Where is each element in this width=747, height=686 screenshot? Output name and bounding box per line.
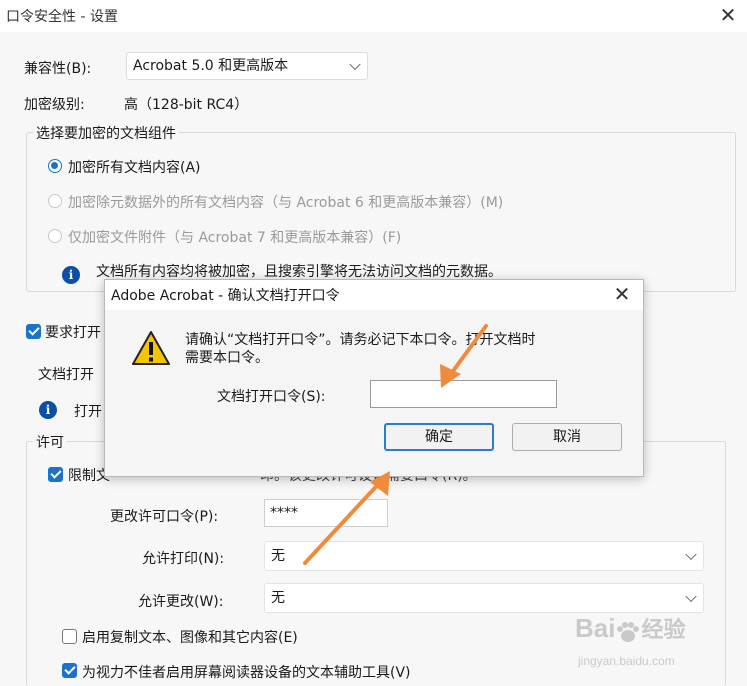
printing-allowed-value: 无 [271,548,285,564]
close-icon[interactable]: ✕ [716,4,740,28]
encryption-level-label: 加密级别: [24,97,85,113]
chevron-down-icon [685,548,697,561]
open-password-info-text: 打开 [74,404,102,420]
screen-reader-checkbox[interactable] [62,663,77,678]
encryption-level-value: 高（128-bit RC4） [124,97,249,113]
ok-button[interactable]: 确定 [384,423,494,451]
dialog-message-line2: 需要本口令。 [185,350,269,366]
radio-encrypt-attachments-label: 仅加密文件附件（与 Acrobat 7 和更高版本兼容）(F) [68,230,402,246]
require-open-password-label: 要求打开 [45,325,101,341]
cancel-button[interactable]: 取消 [512,423,622,451]
components-legend: 选择要加密的文档组件 [33,123,179,143]
watermark-brand-text: Bai [575,613,616,643]
confirm-password-dialog: Adobe Acrobat - 确认文档打开口令 ✕ 请确认“文档打开口令”。请… [104,279,644,477]
dialog-title: Adobe Acrobat - 确认文档打开口令 [111,288,340,304]
change-permissions-password-label: 更改许可口令(P): [110,509,219,525]
watermark-brand-text-2: 经验 [641,617,686,642]
printing-allowed-label: 允许打印(N): [142,551,225,567]
title-bar: 口令安全性 - 设置 ✕ [0,0,747,32]
radio-encrypt-except-metadata-label: 加密除元数据外的所有文档内容（与 Acrobat 6 和更高版本兼容）(M) [68,195,504,211]
close-icon[interactable]: ✕ [609,282,635,308]
radio-encrypt-except-metadata[interactable] [48,194,62,208]
dialog-body: 请确认“文档打开口令”。请务必记下本口令。打开文档时 需要本口令。 文档打开口令… [105,310,643,476]
compatibility-value: Acrobat 5.0 和更高版本 [133,58,289,74]
screen-reader-label: 为视力不佳者启用屏幕阅读器设备的文本辅助工具(V) [82,665,411,681]
enable-copy-checkbox[interactable] [62,629,77,644]
warning-icon [132,331,170,365]
radio-encrypt-attachments[interactable] [48,229,62,243]
components-info-text: 文档所有内容均将被加密，且搜索引擎将无法访问文档的元数据。 [96,264,502,280]
changes-allowed-value: 无 [271,590,285,606]
printing-allowed-select[interactable]: 无 [264,541,704,571]
dialog-password-input[interactable] [370,380,557,408]
enable-copy-label: 启用复制文本、图像和其它内容(E) [82,630,298,646]
chevron-down-icon [349,58,361,71]
permissions-password-input[interactable]: **** [264,499,388,527]
info-icon: i [62,266,80,284]
chevron-down-icon [685,590,697,603]
permissions-legend: 许可 [33,432,67,452]
changes-allowed-label: 允许更改(W): [138,594,224,610]
open-password-field-label: 文档打开 [38,367,94,383]
radio-encrypt-all-label: 加密所有文档内容(A) [68,160,201,176]
permissions-password-value: **** [270,505,298,521]
watermark-site: jingyan.baidu.com [578,654,675,668]
window-title: 口令安全性 - 设置 [6,9,118,25]
require-open-password-checkbox[interactable] [26,324,41,339]
dialog-message-line1: 请确认“文档打开口令”。请务必记下本口令。打开文档时 [185,332,536,348]
compatibility-label: 兼容性(B): [24,61,92,77]
restrict-editing-checkbox[interactable] [48,467,63,482]
paw-icon [615,619,641,643]
compatibility-select[interactable]: Acrobat 5.0 和更高版本 [126,52,368,80]
changes-allowed-select[interactable]: 无 [264,583,704,613]
info-icon: i [39,401,57,419]
watermark-brand: Bai 经验 [575,612,685,644]
radio-encrypt-all[interactable] [48,159,62,173]
dialog-password-label: 文档打开口令(S): [217,389,326,405]
